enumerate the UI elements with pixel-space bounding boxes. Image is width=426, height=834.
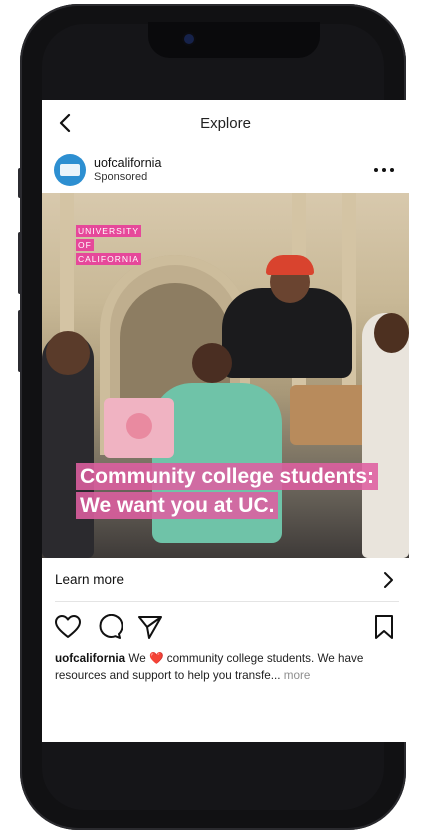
more-options-icon[interactable]: [372, 160, 396, 180]
heart-icon[interactable]: [54, 614, 82, 640]
headline-line: We want you at UC.: [76, 492, 279, 519]
app-screen: Explore uofcalifornia Sponsored UNIVERSI…: [42, 100, 409, 742]
send-icon[interactable]: [136, 614, 164, 640]
post-image[interactable]: UNIVERSITY OF CALIFORNIA Community colle…: [42, 193, 409, 558]
ad-headline: Community college students: We want you …: [76, 463, 396, 521]
uc-logo: UNIVERSITY OF CALIFORNIA: [76, 225, 146, 267]
headline-line: Community college students:: [76, 463, 379, 490]
student-right-head: [374, 313, 409, 353]
logo-line: OF: [76, 239, 94, 251]
caption-more-link[interactable]: more: [284, 669, 311, 682]
logo-line: UNIVERSITY: [76, 225, 142, 237]
comment-icon[interactable]: [95, 614, 123, 640]
post-caption: uofcalifornia We ❤️ community college st…: [55, 650, 400, 684]
phone-notch: [148, 22, 320, 58]
caption-username[interactable]: uofcalifornia: [55, 652, 125, 665]
student-left-head: [46, 331, 90, 375]
student-center-head: [192, 343, 232, 383]
post-actions: [42, 608, 409, 644]
avatar[interactable]: [54, 154, 86, 186]
laptop-heart-sticker: [126, 413, 152, 439]
volume-down-button: [18, 310, 22, 372]
caption-text: We: [125, 652, 149, 665]
bookmark-icon[interactable]: [370, 614, 398, 640]
top-nav-bar: Explore: [42, 100, 409, 146]
sponsored-label: Sponsored: [94, 171, 148, 183]
red-cap: [266, 255, 314, 275]
post-header: uofcalifornia Sponsored: [42, 148, 409, 192]
red-heart-icon: ❤️: [148, 652, 164, 665]
logo-line: CALIFORNIA: [76, 253, 142, 265]
chevron-right-icon: [384, 572, 393, 588]
chevron-left-icon[interactable]: [56, 112, 76, 134]
divider: [55, 601, 399, 602]
post-username[interactable]: uofcalifornia: [94, 156, 161, 170]
mute-switch: [18, 168, 22, 198]
nav-title: Explore: [200, 114, 251, 132]
front-camera: [184, 34, 194, 44]
volume-up-button: [18, 232, 22, 294]
learn-more-label: Learn more: [55, 572, 125, 587]
learn-more-button[interactable]: Learn more: [42, 558, 409, 602]
